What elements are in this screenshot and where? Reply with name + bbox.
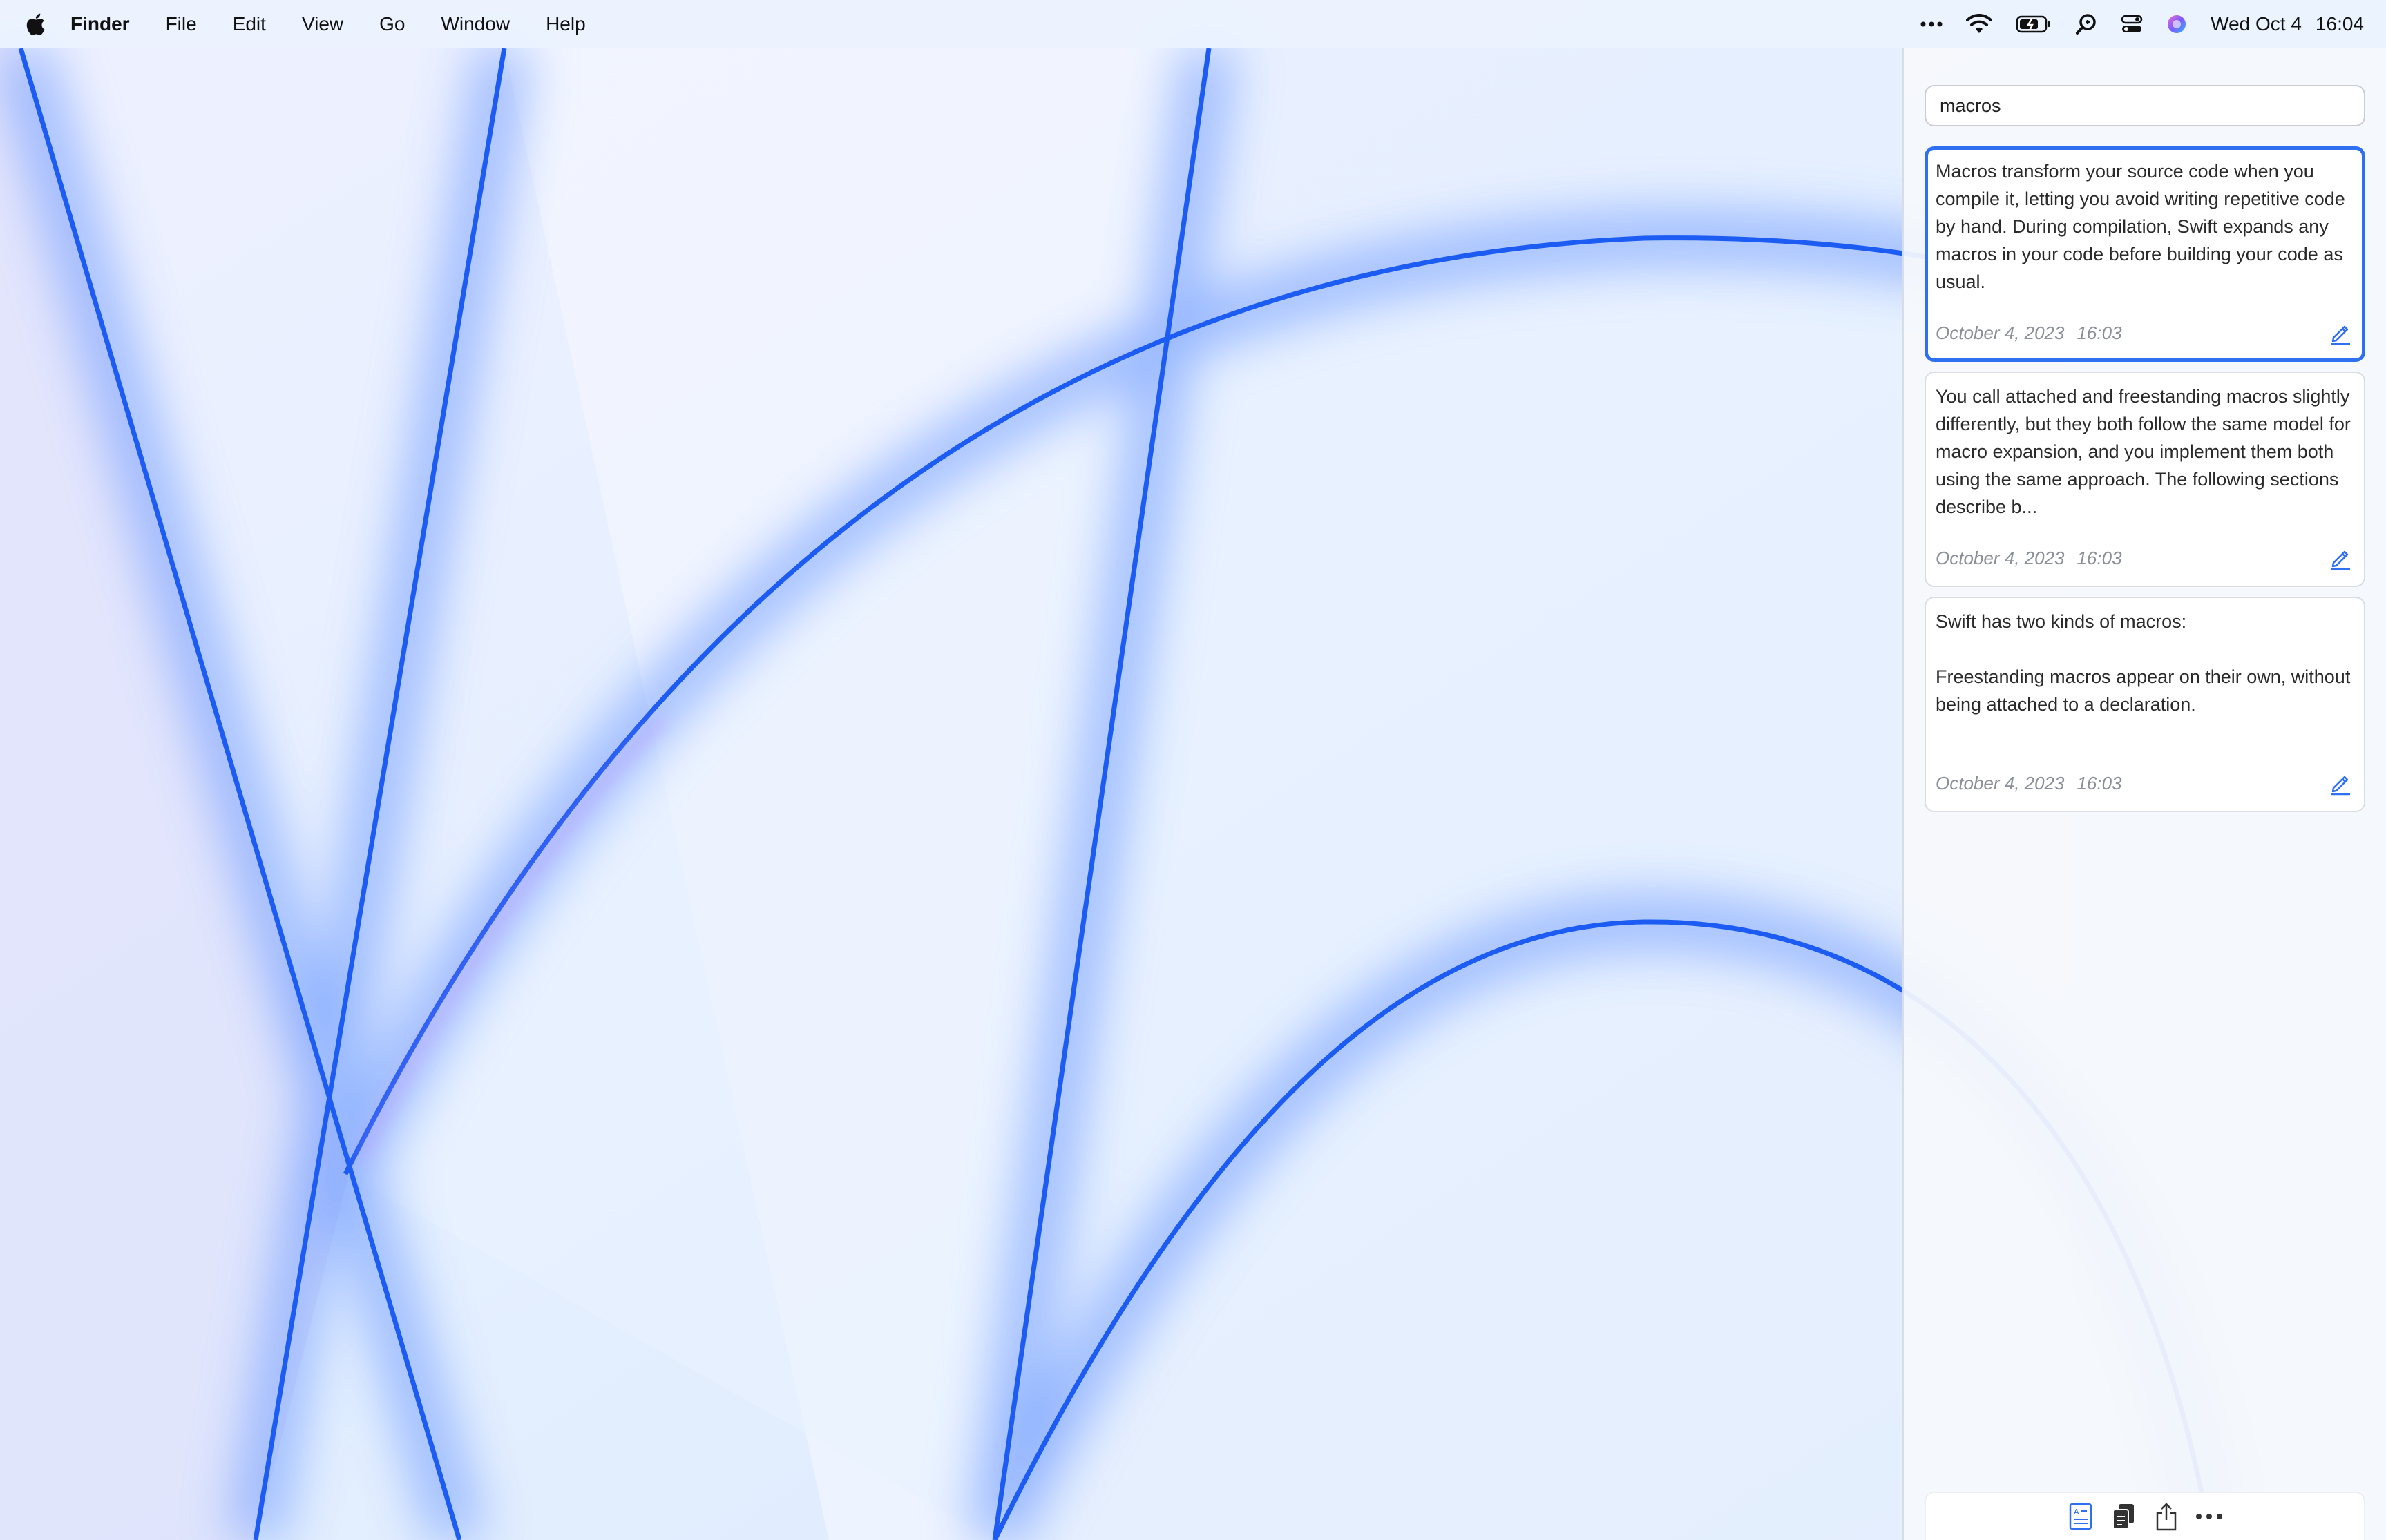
wifi-icon[interactable] <box>1966 14 1993 35</box>
search-field[interactable] <box>1925 85 2365 126</box>
notes-panel: Macros transform your source code when y… <box>1902 48 2386 1540</box>
menu-view[interactable]: View <box>302 13 343 35</box>
note-time: 16:03 <box>2077 547 2122 568</box>
copy-icon[interactable] <box>2110 1501 2137 1532</box>
clock-time: 16:04 <box>2315 13 2364 35</box>
note-footer: October 4, 2023 16:03 <box>1936 769 2354 797</box>
menu-window[interactable]: Window <box>441 13 510 35</box>
note-text: Macros transform your source code when y… <box>1936 161 2345 292</box>
siri-icon[interactable] <box>2166 14 2187 35</box>
menu-app-finder[interactable]: Finder <box>70 13 130 35</box>
note-timestamp: October 4, 2023 16:03 <box>1936 773 2122 794</box>
menu-help[interactable]: Help <box>546 13 586 35</box>
menu-file[interactable]: File <box>166 13 197 35</box>
note-timestamp: October 4, 2023 16:03 <box>1936 323 2122 344</box>
edit-pencil-icon[interactable] <box>2327 769 2354 797</box>
note-date: October 4, 2023 <box>1936 322 2065 343</box>
more-icon[interactable] <box>1920 21 1943 28</box>
note-card[interactable]: You call attached and freestanding macro… <box>1925 372 2365 587</box>
clock-date: Wed Oct 4 <box>2211 13 2302 35</box>
note-date: October 4, 2023 <box>1936 547 2065 568</box>
note-card[interactable]: Macros transform your source code when y… <box>1925 146 2365 362</box>
note-timestamp: October 4, 2023 16:03 <box>1936 548 2122 569</box>
share-icon[interactable] <box>2153 1501 2180 1532</box>
note-text: Swift has two kinds of macros: Freestand… <box>1936 611 2351 715</box>
search-input[interactable] <box>1938 94 2351 117</box>
menu-bar: Finder File Edit View Go Window Help Wed… <box>0 0 2386 48</box>
panel-toolbar: A <box>1925 1492 2365 1540</box>
edit-pencil-icon[interactable] <box>2327 319 2354 347</box>
menu-go[interactable]: Go <box>379 13 405 35</box>
note-text: You call attached and freestanding macro… <box>1936 386 2351 517</box>
note-footer: October 4, 2023 16:03 <box>1936 319 2354 347</box>
battery-icon[interactable] <box>2016 15 2052 33</box>
note-time: 16:03 <box>2077 322 2122 343</box>
note-footer: October 4, 2023 16:03 <box>1936 544 2354 572</box>
more-options-icon[interactable] <box>2195 1501 2223 1532</box>
note-time: 16:03 <box>2077 772 2122 793</box>
menu-clock[interactable]: Wed Oct 4 16:04 <box>2211 13 2364 35</box>
svg-text:A: A <box>2074 1508 2079 1517</box>
spotlight-icon[interactable] <box>2075 13 2097 35</box>
note-card[interactable]: Swift has two kinds of macros: Freestand… <box>1925 597 2365 812</box>
control-center-icon[interactable] <box>2121 15 2143 34</box>
menu-edit[interactable]: Edit <box>233 13 266 35</box>
edit-pencil-icon[interactable] <box>2327 544 2354 572</box>
apple-menu-icon[interactable] <box>23 10 47 38</box>
note-date: October 4, 2023 <box>1936 772 2065 793</box>
status-area: Wed Oct 4 16:04 <box>1897 0 2364 48</box>
text-recognition-icon[interactable]: A <box>2067 1501 2094 1532</box>
